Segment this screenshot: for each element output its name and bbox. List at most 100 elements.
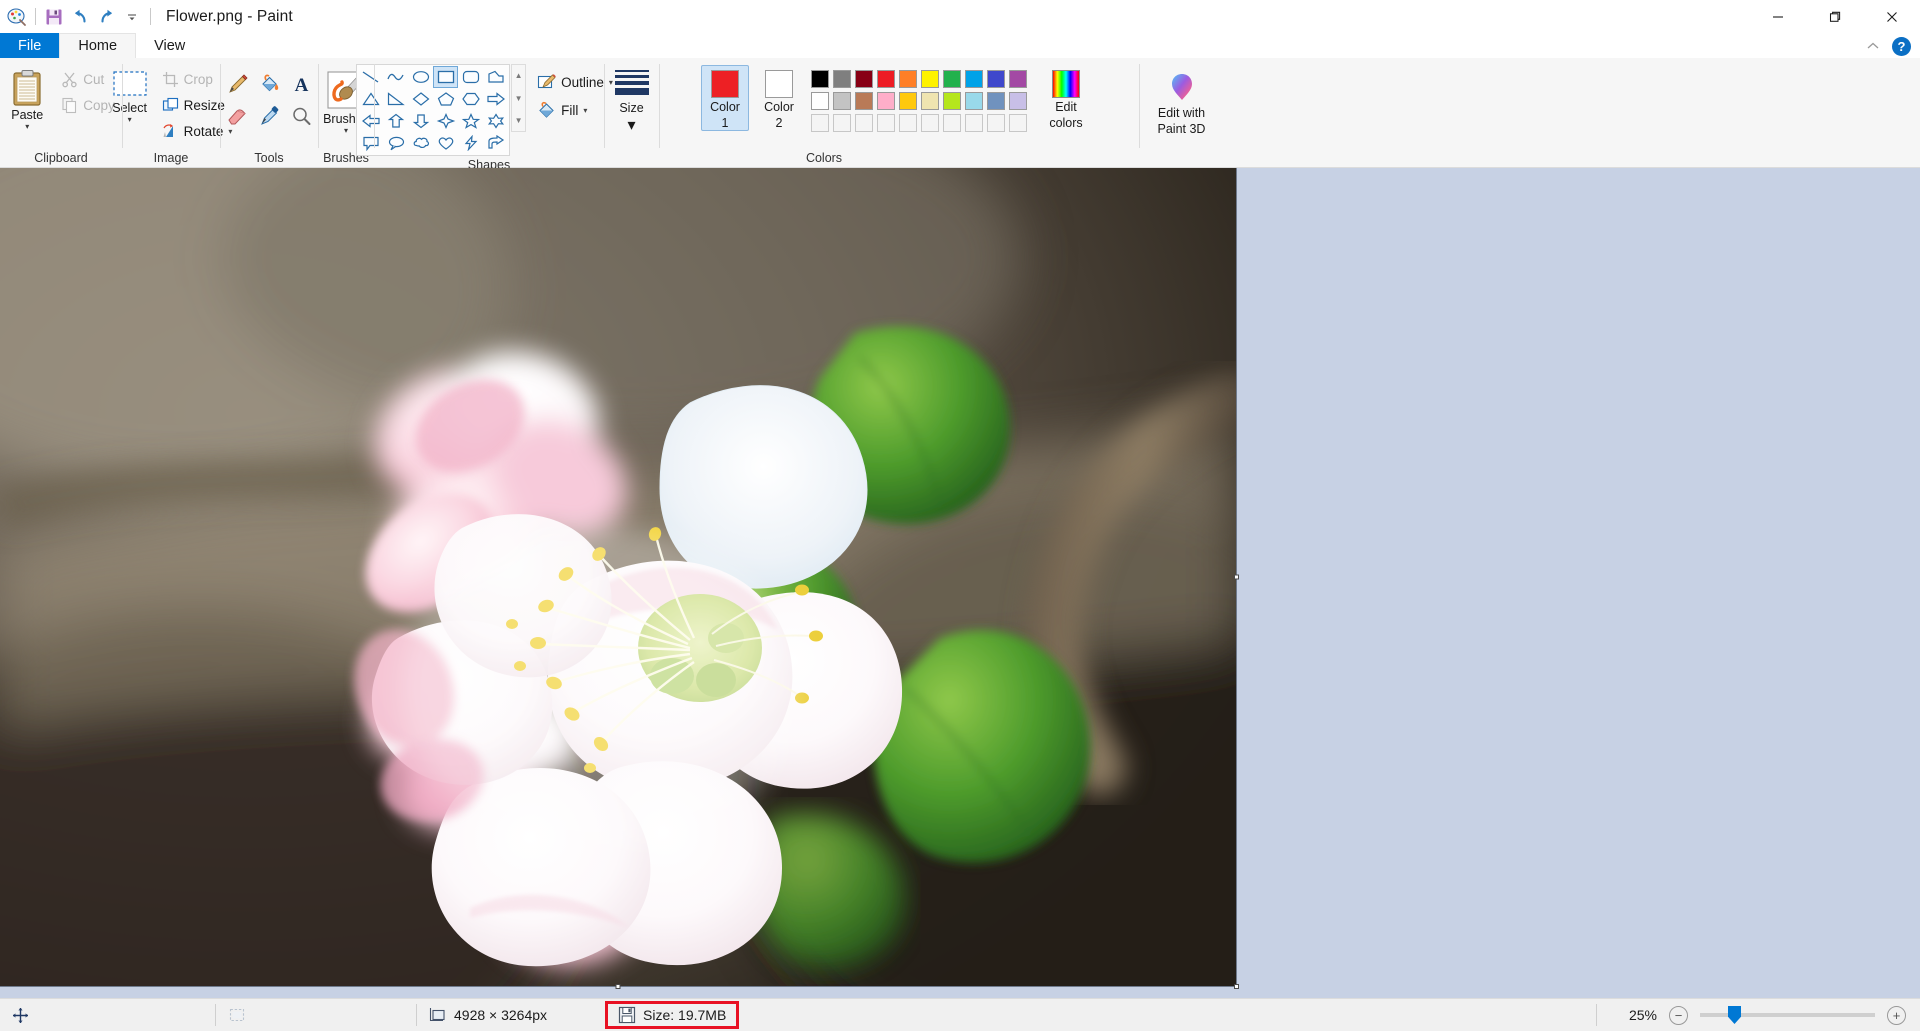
canvas-resize-handle-corner[interactable]	[1234, 984, 1239, 989]
palette-cell-2-1[interactable]	[809, 90, 831, 112]
palette-swatch[interactable]	[899, 70, 917, 88]
palette-swatch[interactable]	[1009, 114, 1027, 132]
size-caret[interactable]: ▾	[627, 115, 635, 135]
palette-cell-3-8[interactable]	[963, 112, 985, 134]
palette-cell-1-10[interactable]	[1007, 68, 1029, 90]
zoom-slider-thumb[interactable]	[1728, 1006, 1741, 1024]
palette-swatch[interactable]	[987, 70, 1005, 88]
palette-cell-3-10[interactable]	[1007, 112, 1029, 134]
shape-hexagon[interactable]	[458, 88, 483, 110]
maximize-button[interactable]	[1806, 0, 1863, 33]
brushes-caret[interactable]: ▾	[344, 127, 348, 135]
color1-button[interactable]: Color 1	[701, 65, 749, 131]
zoom-in-button[interactable]: +	[1887, 1006, 1906, 1025]
palette-swatch[interactable]	[811, 70, 829, 88]
shape-down-arrow[interactable]	[408, 110, 433, 132]
shape-cloud-callout[interactable]	[408, 132, 433, 154]
palette-swatch[interactable]	[987, 92, 1005, 110]
edit-colors-button[interactable]: Edit colors	[1035, 65, 1097, 131]
undo-icon[interactable]	[67, 4, 93, 30]
palette-cell-2-8[interactable]	[963, 90, 985, 112]
palette-cell-3-5[interactable]	[897, 112, 919, 134]
collapse-ribbon-icon[interactable]	[1862, 35, 1884, 57]
palette-swatch[interactable]	[987, 114, 1005, 132]
select-caret[interactable]: ▾	[128, 116, 132, 124]
palette-cell-2-10[interactable]	[1007, 90, 1029, 112]
shape-pentagon[interactable]	[433, 88, 458, 110]
zoom-slider[interactable]	[1700, 1013, 1875, 1017]
shape-heart[interactable]	[433, 132, 458, 154]
palette-swatch[interactable]	[965, 114, 983, 132]
tab-file[interactable]: File	[0, 33, 59, 58]
paint-app-icon[interactable]	[4, 4, 30, 30]
help-button[interactable]: ?	[1892, 37, 1911, 56]
shape-triangle[interactable]	[358, 88, 383, 110]
palette-swatch[interactable]	[811, 92, 829, 110]
palette-cell-2-7[interactable]	[941, 90, 963, 112]
shape-up-arrow[interactable]	[383, 110, 408, 132]
palette-swatch[interactable]	[833, 92, 851, 110]
shape-rectangle[interactable]	[433, 66, 458, 88]
color-picker-icon[interactable]	[254, 101, 284, 131]
shape-oval[interactable]	[408, 66, 433, 88]
palette-swatch[interactable]	[833, 114, 851, 132]
palette-swatch[interactable]	[877, 114, 895, 132]
palette-cell-3-4[interactable]	[875, 112, 897, 134]
shape-rounded-rectangle[interactable]	[458, 66, 483, 88]
shape-rounded-rect-callout[interactable]	[358, 132, 383, 154]
canvas-work-area[interactable]	[0, 168, 1920, 998]
select-button[interactable]: Select ▾	[105, 65, 155, 125]
palette-cell-3-7[interactable]	[941, 112, 963, 134]
shape-arrow-2[interactable]	[483, 132, 508, 154]
shape-five-point-star[interactable]	[458, 110, 483, 132]
minimize-button[interactable]	[1749, 0, 1806, 33]
palette-swatch[interactable]	[943, 70, 961, 88]
palette-cell-3-3[interactable]	[853, 112, 875, 134]
magnifier-icon[interactable]	[286, 101, 316, 131]
redo-icon[interactable]	[93, 4, 119, 30]
palette-swatch[interactable]	[965, 70, 983, 88]
paste-caret[interactable]: ▾	[25, 123, 29, 131]
palette-swatch[interactable]	[811, 114, 829, 132]
zoom-out-button[interactable]: −	[1669, 1006, 1688, 1025]
shape-right-triangle[interactable]	[383, 88, 408, 110]
tab-view[interactable]: View	[136, 33, 203, 58]
palette-cell-3-6[interactable]	[919, 112, 941, 134]
palette-cell-1-1[interactable]	[809, 68, 831, 90]
palette-cell-2-5[interactable]	[897, 90, 919, 112]
palette-cell-1-3[interactable]	[853, 68, 875, 90]
image-canvas[interactable]	[0, 168, 1236, 986]
palette-swatch[interactable]	[855, 70, 873, 88]
text-icon[interactable]: A	[286, 69, 316, 99]
palette-swatch[interactable]	[833, 70, 851, 88]
color2-button[interactable]: Color 2	[755, 65, 803, 131]
palette-cell-2-6[interactable]	[919, 90, 941, 112]
fill-with-color-icon[interactable]	[254, 69, 284, 99]
canvas-resize-handle-bottom[interactable]	[616, 984, 621, 989]
shape-diamond[interactable]	[408, 88, 433, 110]
shapes-expand-icon[interactable]: ▼	[512, 110, 525, 131]
canvas-resize-handle-right[interactable]	[1234, 575, 1239, 580]
palette-cell-2-2[interactable]	[831, 90, 853, 112]
shape-right-arrow[interactable]	[483, 88, 508, 110]
tab-home[interactable]: Home	[59, 33, 136, 58]
paste-button[interactable]: Paste ▾	[2, 65, 52, 132]
palette-swatch[interactable]	[943, 92, 961, 110]
palette-swatch[interactable]	[943, 114, 961, 132]
palette-swatch[interactable]	[921, 70, 939, 88]
palette-cell-1-9[interactable]	[985, 68, 1007, 90]
shape-six-point-star[interactable]	[483, 110, 508, 132]
pencil-icon[interactable]	[222, 69, 252, 99]
palette-cell-1-8[interactable]	[963, 68, 985, 90]
palette-swatch[interactable]	[877, 92, 895, 110]
palette-cell-1-7[interactable]	[941, 68, 963, 90]
shape-line[interactable]	[358, 66, 383, 88]
edit-with-paint3d-button[interactable]: Edit with Paint 3D	[1151, 65, 1213, 137]
palette-cell-3-2[interactable]	[831, 112, 853, 134]
size-button[interactable]: Size ▾	[609, 65, 655, 136]
shapes-scroll-down-icon[interactable]: ▼	[512, 88, 525, 109]
shapes-scroll-up-icon[interactable]: ▲	[512, 65, 525, 86]
save-icon[interactable]	[41, 4, 67, 30]
palette-cell-2-3[interactable]	[853, 90, 875, 112]
shape-lightning[interactable]	[458, 132, 483, 154]
